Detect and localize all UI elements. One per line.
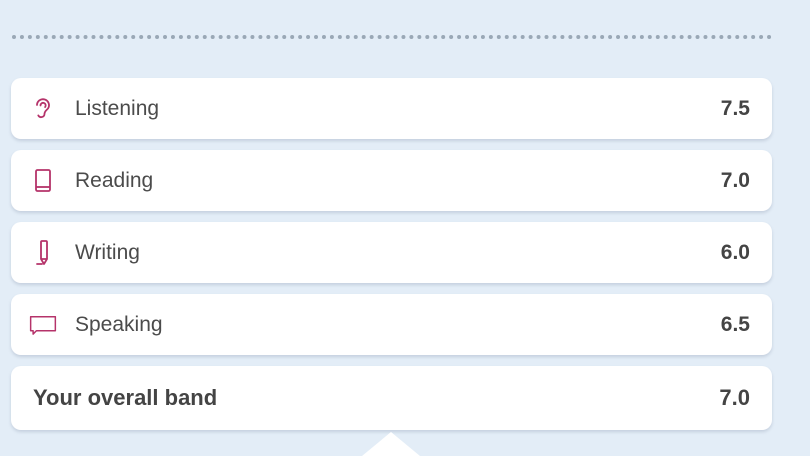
overall-band-row: Your overall band 7.0 xyxy=(11,366,772,430)
speaking-label: Speaking xyxy=(75,312,163,336)
pencil-icon xyxy=(29,239,57,267)
ear-icon xyxy=(29,95,57,123)
book-icon xyxy=(29,167,57,195)
speaking-row: Speaking 6.5 xyxy=(11,294,772,355)
listening-score: 7.5 xyxy=(720,96,750,120)
reading-row: Reading 7.0 xyxy=(11,150,772,211)
writing-score: 6.0 xyxy=(720,240,750,264)
dotted-divider xyxy=(12,35,772,39)
score-list: Listening 7.5 Reading 7.0 Writing 6.0 Sp… xyxy=(11,78,772,430)
listening-label: Listening xyxy=(75,96,160,120)
listening-row: Listening 7.5 xyxy=(11,78,772,139)
writing-label: Writing xyxy=(75,240,140,264)
overall-band-score: 7.0 xyxy=(719,385,750,410)
overall-band-label: Your overall band xyxy=(33,385,218,410)
speech-bubble-icon xyxy=(29,311,57,339)
reading-score: 7.0 xyxy=(720,168,750,192)
speaking-score: 6.5 xyxy=(720,312,750,336)
pointer-tab xyxy=(362,432,420,456)
writing-row: Writing 6.0 xyxy=(11,222,772,283)
reading-label: Reading xyxy=(75,168,154,192)
